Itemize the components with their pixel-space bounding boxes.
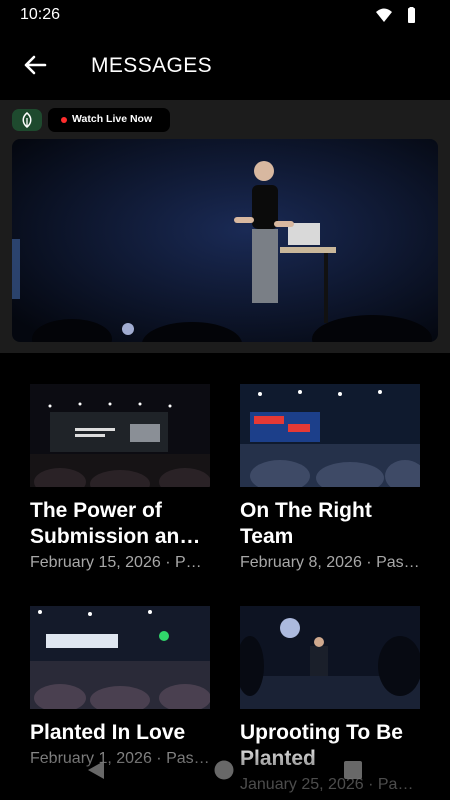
nav-recents-square-icon[interactable] <box>344 761 362 779</box>
message-thumbnail <box>30 606 210 709</box>
message-title: Uprooting To Be Planted <box>240 721 403 770</box>
live-section: Watch Live Now <box>0 100 450 353</box>
battery-icon <box>408 7 415 23</box>
live-video-thumbnail[interactable] <box>12 139 438 342</box>
message-thumbnail <box>240 606 420 709</box>
nav-home-circle-icon[interactable] <box>214 760 234 780</box>
status-bar: 10:26 <box>0 0 450 30</box>
message-date-speaker: February 1, 2026 · Pastor <box>30 750 210 767</box>
page-title: MESSAGES <box>91 54 213 77</box>
back-arrow-icon[interactable] <box>20 50 50 80</box>
message-thumbnail <box>30 384 210 487</box>
live-indicator-dot <box>61 117 67 123</box>
message-title: The Power of Submission and Sacrifice <box>30 499 193 548</box>
church-logo <box>12 109 42 131</box>
message-title: Planted In Love <box>30 721 186 744</box>
nav-back-triangle-icon[interactable] <box>86 760 106 780</box>
wifi-icon <box>376 8 392 22</box>
message-card[interactable]: The Power of Submission and Sacrifice Fe… <box>30 384 212 572</box>
leaf-flame-icon <box>22 112 32 128</box>
message-card[interactable]: Planted In Love February 1, 2026 · Pasto… <box>30 606 212 768</box>
message-card[interactable]: Uprooting To Be Planted January 25, 2026… <box>240 606 422 794</box>
status-icons <box>376 7 415 23</box>
message-card[interactable]: On The Right Team February 8, 2026 · Pas… <box>240 384 422 572</box>
app-bar: MESSAGES <box>0 30 450 100</box>
message-title: On The Right Team <box>240 499 372 548</box>
message-thumbnail <box>240 384 420 487</box>
watch-live-button[interactable]: Watch Live Now <box>48 108 170 132</box>
message-date-speaker: February 15, 2026 · Pastor <box>30 554 210 571</box>
status-time: 10:26 <box>20 6 61 23</box>
watch-live-label: Watch Live Now <box>72 113 153 125</box>
message-date-speaker: January 25, 2026 · Pastor <box>240 776 420 793</box>
message-date-speaker: February 8, 2026 · Pastor <box>240 554 420 571</box>
